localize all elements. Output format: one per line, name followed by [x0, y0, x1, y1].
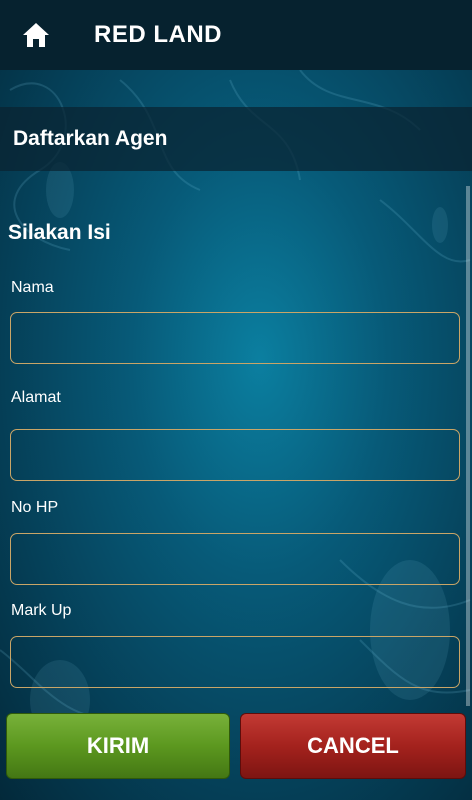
scrollbar[interactable]: [466, 186, 470, 706]
alamat-label: Alamat: [11, 389, 61, 406]
alamat-input[interactable]: [10, 429, 460, 481]
mark-up-label: Mark Up: [11, 602, 72, 619]
kirim-button[interactable]: KIRIM: [6, 713, 230, 779]
nama-input[interactable]: [10, 312, 460, 364]
home-icon: [23, 23, 49, 47]
section-title: Daftarkan Agen: [13, 127, 168, 150]
cancel-button[interactable]: CANCEL: [240, 713, 466, 779]
home-button[interactable]: [0, 0, 72, 70]
nama-label: Nama: [11, 279, 54, 296]
section-header: Daftarkan Agen: [0, 107, 472, 171]
mark-up-input[interactable]: [10, 636, 460, 688]
app-title: RED LAND: [94, 21, 222, 48]
form-title: Silakan Isi: [8, 221, 111, 244]
app-bar: RED LAND: [0, 0, 472, 70]
no-hp-label: No HP: [11, 499, 59, 516]
no-hp-input[interactable]: [10, 533, 460, 585]
